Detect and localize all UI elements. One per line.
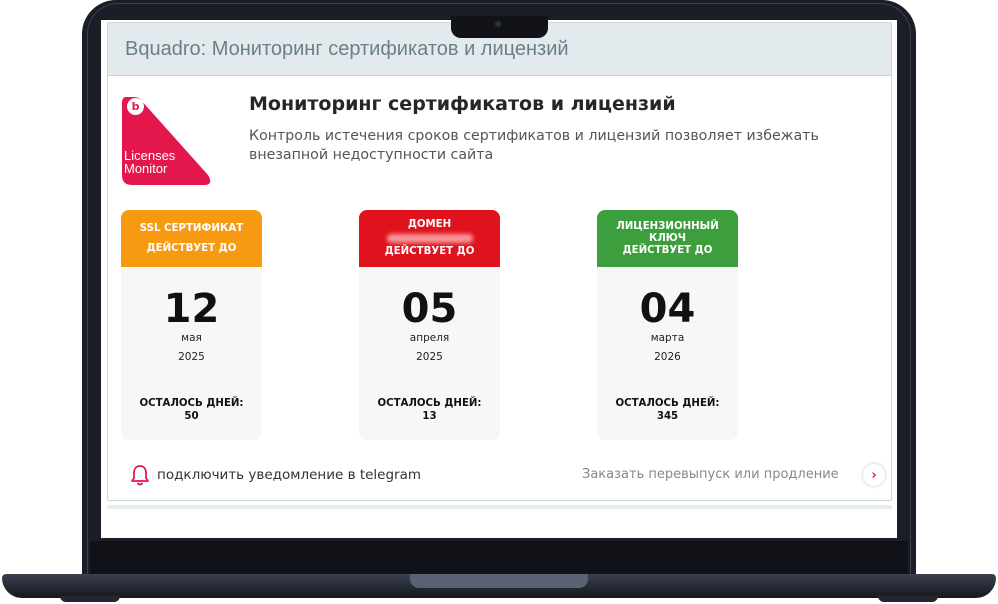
license-card-line2: ДЕЙСТВУЕТ ДО bbox=[622, 244, 713, 256]
order-renewal-link[interactable]: Заказать перевыпуск или продление bbox=[582, 467, 839, 482]
laptop-foot-left bbox=[60, 596, 120, 602]
laptop-base-notch bbox=[410, 574, 588, 588]
license-card-header: ЛИЦЕНЗИОННЫЙ КЛЮЧ ДЕЙСТВУЕТ ДО bbox=[597, 210, 738, 267]
logo-line-2: Monitor bbox=[124, 161, 168, 176]
domain-card-line1: ДОМЕН bbox=[407, 219, 452, 230]
camera-notch bbox=[451, 16, 548, 38]
domain-days-left-value: 13 bbox=[422, 411, 437, 422]
logo-text: Licenses Monitor bbox=[124, 149, 175, 175]
domain-card-line2: ДЕЙСТВУЕТ ДО bbox=[384, 246, 475, 257]
domain-day: 05 bbox=[401, 286, 458, 332]
ssl-card-line2: ДЕЙСТВУЕТ ДО bbox=[146, 242, 237, 254]
license-card-line1b: КЛЮЧ bbox=[649, 232, 686, 244]
page-title: Мониторинг сертификатов и лицензий bbox=[249, 93, 676, 115]
ssl-days-left-value: 50 bbox=[184, 411, 199, 422]
license-days-left-value: 345 bbox=[656, 411, 679, 422]
laptop-screen: Bquadro: Мониторинг сертификатов и лицен… bbox=[101, 20, 897, 538]
domain-month: апреля bbox=[409, 332, 450, 344]
widget-title: Bquadro: Мониторинг сертификатов и лицен… bbox=[125, 37, 569, 60]
licenses-monitor-logo: b Licenses Monitor bbox=[118, 93, 214, 189]
ssl-year: 2025 bbox=[178, 351, 205, 363]
ssl-month: мая bbox=[181, 332, 202, 344]
widget-bottom-strip bbox=[107, 505, 892, 509]
license-year: 2026 bbox=[654, 351, 681, 363]
domain-card-header: ДОМЕН ДЕЙСТВУЕТ ДО bbox=[359, 210, 500, 267]
ssl-days-left-label: ОСТАЛОСЬ ДНЕЙ: bbox=[139, 398, 244, 409]
domain-days-left-label: ОСТАЛОСЬ ДНЕЙ: bbox=[377, 398, 482, 409]
monitor-widget: Bquadro: Мониторинг сертификатов и лицен… bbox=[107, 22, 892, 501]
license-card: ЛИЦЕНЗИОННЫЙ КЛЮЧ ДЕЙСТВУЕТ ДО 04 марта … bbox=[597, 210, 738, 440]
bell-icon[interactable] bbox=[130, 464, 150, 486]
ssl-card-header: SSL СЕРТИФИКАТ ДЕЙСТВУЕТ ДО bbox=[121, 210, 262, 267]
ssl-day: 12 bbox=[163, 286, 220, 332]
laptop-foot-right bbox=[878, 596, 938, 602]
license-month: марта bbox=[650, 332, 685, 344]
logo-badge: b bbox=[127, 98, 144, 115]
domain-card: ДОМЕН ДЕЙСТВУЕТ ДО 05 апреля 2025 ОСТАЛО… bbox=[359, 210, 500, 440]
page-description: Контроль истечения сроков сертификатов и… bbox=[249, 128, 819, 163]
license-days-left-label: ОСТАЛОСЬ ДНЕЙ: bbox=[615, 398, 720, 409]
domain-year: 2025 bbox=[416, 351, 443, 363]
camera-icon bbox=[495, 21, 501, 27]
domain-name-redacted bbox=[386, 234, 473, 243]
license-card-line1: ЛИЦЕНЗИОННЫЙ bbox=[616, 220, 719, 232]
ssl-card-line1: SSL СЕРТИФИКАТ bbox=[139, 222, 244, 234]
license-day: 04 bbox=[639, 286, 696, 332]
laptop-chin bbox=[90, 541, 908, 577]
ssl-card: SSL СЕРТИФИКАТ ДЕЙСТВУЕТ ДО 12 мая 2025 … bbox=[121, 210, 262, 440]
chevron-right-icon[interactable]: › bbox=[863, 464, 885, 486]
telegram-notify-link[interactable]: подключить уведомление в telegram bbox=[157, 467, 421, 483]
